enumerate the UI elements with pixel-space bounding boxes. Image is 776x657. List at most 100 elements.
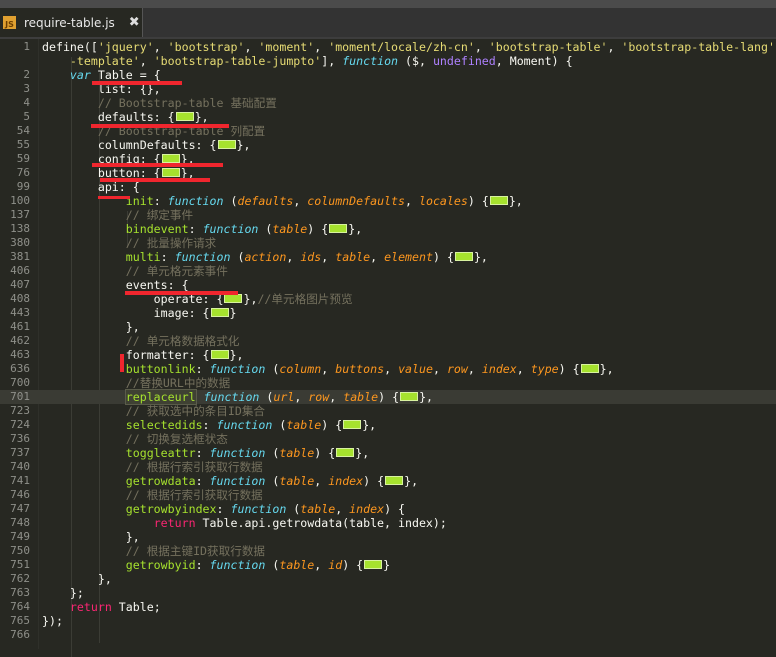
folded-code-marker[interactable] [217, 140, 236, 149]
code-token: function [209, 474, 266, 488]
code-token: formatter: { [42, 348, 210, 362]
line-number: 741 [10, 474, 30, 487]
code-token: value [398, 362, 433, 376]
code-line[interactable]: 749 }, [0, 530, 776, 544]
code-line[interactable]: 5 defaults: {}, [0, 110, 776, 124]
folded-code-marker[interactable] [400, 392, 419, 401]
code-token: ( [265, 474, 280, 488]
code-text: // 根据行索引获取行数据 [42, 488, 263, 502]
line-number: 636 [10, 362, 30, 375]
code-line[interactable]: 381 multi: function (action, ids, table,… [0, 250, 776, 264]
code-token: ) { [314, 446, 336, 460]
code-line[interactable]: 746 // 根据行索引获取行数据 [0, 488, 776, 502]
code-line[interactable]: 766 [0, 628, 776, 642]
line-number: 462 [10, 334, 30, 347]
code-line[interactable]: 461 }, [0, 320, 776, 334]
line-number: 737 [10, 446, 30, 459]
code-text: // 单元格元素事件 [42, 264, 228, 278]
tab-require-table-js[interactable]: JS require-table.js ✖ [0, 8, 143, 37]
line-number: 701 [10, 390, 30, 403]
folded-code-marker[interactable] [329, 224, 348, 233]
code-token: }, [508, 194, 523, 208]
code-line[interactable]: 763 }; [0, 586, 776, 600]
code-line[interactable]: 740 // 根据行索引获取行数据 [0, 460, 776, 474]
code-line[interactable]: 737 toggleattr: function (table) {}, [0, 446, 776, 460]
code-line[interactable]: 1 define(['jquery', 'bootstrap', 'moment'… [0, 40, 776, 54]
code-line[interactable]: 408 operate: {},//单元格图片预览 [0, 292, 776, 306]
code-line[interactable]: 636 buttonlink: function (column, button… [0, 362, 776, 376]
folded-code-marker[interactable] [224, 294, 243, 303]
code-line[interactable]: 4 // Bootstrap-table 基础配置 [0, 96, 776, 110]
code-editor[interactable]: 1 define(['jquery', 'bootstrap', 'moment'… [0, 39, 776, 657]
code-token: , [467, 362, 482, 376]
code-token: ids [300, 250, 322, 264]
code-token: , [329, 390, 344, 404]
folded-code-marker[interactable] [210, 308, 229, 317]
code-line[interactable]: 747 getrowbyindex: function (table, inde… [0, 502, 776, 516]
folded-code-marker[interactable] [161, 154, 180, 163]
code-line[interactable]: 765}); [0, 614, 776, 628]
code-line[interactable]: 762 }, [0, 572, 776, 586]
line-number: 381 [10, 250, 30, 263]
code-text: return Table.api.getrowdata(table, index… [42, 516, 447, 530]
code-line[interactable]: 723 // 获取选中的条目ID集合 [0, 404, 776, 418]
code-text: events: { [42, 278, 189, 292]
code-token: , [294, 390, 309, 404]
folded-code-marker[interactable] [489, 196, 508, 205]
code-text: // 单元格数据格式化 [42, 334, 240, 348]
code-line[interactable]: 748 return Table.api.getrowdata(table, i… [0, 516, 776, 530]
line-number: 750 [10, 544, 30, 557]
folded-code-marker[interactable] [364, 560, 383, 569]
code-line[interactable]: 741 getrowdata: function (table, index) … [0, 474, 776, 488]
line-number: 406 [10, 264, 30, 277]
folded-code-marker[interactable] [385, 476, 404, 485]
code-line[interactable]: 380 // 批量操作请求 [0, 236, 776, 250]
folded-code-marker[interactable] [343, 420, 362, 429]
folded-code-marker[interactable] [210, 350, 229, 359]
code-token: ( [265, 558, 280, 572]
code-line[interactable]: 750 // 根据主键ID获取行数据 [0, 544, 776, 558]
code-line[interactable]: 724 selectedids: function (table) {}, [0, 418, 776, 432]
code-line[interactable]: 407 events: { [0, 278, 776, 292]
close-icon[interactable]: ✖ [129, 15, 140, 30]
code-line[interactable]: 701 replaceurl function (url, row, table… [0, 389, 776, 405]
code-token: column [279, 362, 322, 376]
code-text: //替换URL中的数据 [42, 376, 230, 390]
code-token: row [446, 362, 468, 376]
code-line[interactable]: 443 image: {} [0, 306, 776, 320]
annotation-underline [100, 178, 210, 182]
code-token: ( [286, 502, 301, 516]
code-line[interactable]: 462 // 单元格数据格式化 [0, 334, 776, 348]
code-token: }, [194, 110, 209, 124]
code-line[interactable]: 55 columnDefaults: {}, [0, 138, 776, 152]
folded-code-marker[interactable] [175, 112, 194, 121]
code-token: }); [42, 614, 63, 628]
code-line[interactable]: 2 var Table = { [0, 68, 776, 82]
code-line[interactable]: 137 // 绑定事件 [0, 208, 776, 222]
folded-code-marker[interactable] [580, 364, 599, 373]
code-line[interactable]: 764 return Table; [0, 600, 776, 614]
code-token: element [384, 250, 433, 264]
code-token: , [139, 54, 154, 68]
code-line[interactable]: 138 bindevent: function (table) {}, [0, 222, 776, 236]
folded-code-marker[interactable] [336, 448, 355, 457]
line-number: 751 [10, 558, 30, 571]
folded-code-marker[interactable] [161, 168, 180, 177]
code-line[interactable]: 700 //替换URL中的数据 [0, 376, 776, 390]
code-line[interactable]: -template', 'bootstrap-table-jumpto'], f… [0, 54, 776, 68]
code-line[interactable]: 463 formatter: {}, [0, 348, 776, 362]
folded-code-marker[interactable] [454, 252, 473, 261]
line-number: 59 [16, 152, 30, 165]
code-token: columnDefaults: { [42, 138, 217, 152]
code-line[interactable]: 406 // 单元格元素事件 [0, 264, 776, 278]
code-token: index [481, 362, 517, 376]
code-comment: // 根据行索引获取行数据 [125, 460, 263, 474]
code-line[interactable]: 99 api: { [0, 180, 776, 194]
code-token: , Moment) { [495, 54, 573, 68]
code-line[interactable]: 736 // 切换复选框状态 [0, 432, 776, 446]
code-line[interactable]: 751 getrowbyid: function (table, id) {} [0, 558, 776, 572]
